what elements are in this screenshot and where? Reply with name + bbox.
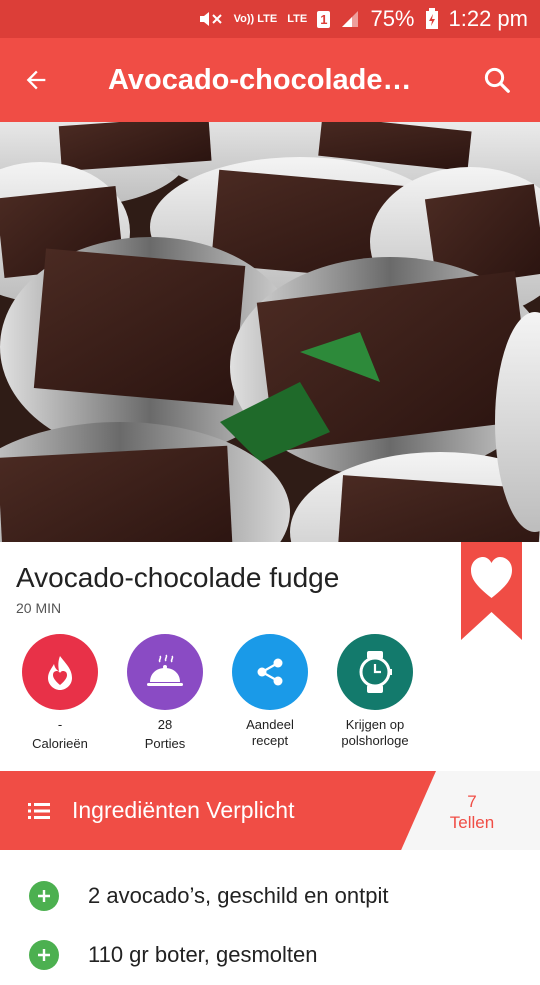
ingredients-header: Ingrediënten Verplicht 7 Tellen (0, 771, 540, 850)
calories-label: Calorieën (32, 736, 88, 751)
watch-label-line1: Krijgen op (345, 717, 405, 732)
ingredient-item: 2 avocado’s, geschild en ontpit (0, 866, 540, 926)
servings-action[interactable]: 28 Porties (110, 634, 220, 752)
ingredients-tab[interactable]: Ingrediënten Verplicht (0, 771, 436, 850)
servings-label: Porties (144, 736, 186, 751)
signal-icon (340, 9, 360, 29)
share-recipe-action[interactable]: Aandeel recept (215, 634, 325, 749)
share-label-line1: Aandeel (246, 717, 294, 732)
plus-icon (38, 890, 50, 902)
ingredients-title: Ingrediënten Verplicht (72, 797, 295, 823)
app-bar-title: Avocado-chocolade fu… (108, 63, 447, 96)
add-ingredient-button[interactable] (29, 881, 59, 911)
cloche-icon (127, 634, 203, 710)
status-bar: Vo)) LTE LTE 1 75% 1:22 pm (0, 0, 540, 38)
search-icon (484, 67, 510, 93)
volte-indicator: Vo)) LTE (233, 13, 278, 25)
watch-icon (337, 634, 413, 710)
watch-label-line2: polshorloge (341, 733, 409, 748)
app-bar: Avocado-chocolade fu… (0, 38, 540, 122)
ingredient-count-value: 7 (467, 792, 477, 811)
flame-heart-icon (22, 634, 98, 710)
recipe-time: 20 MIN (16, 600, 62, 616)
calories-action[interactable]: - Calorieën (5, 634, 115, 752)
share-label-line2: recept (251, 733, 289, 748)
favorite-button[interactable] (461, 542, 522, 640)
add-ingredient-button[interactable] (29, 940, 59, 970)
arrow-left-icon (26, 70, 46, 90)
ingredient-text: 110 gr boter, gesmolten (88, 942, 318, 967)
recipe-photo (0, 122, 540, 542)
servings-value: 28 (157, 717, 173, 732)
ingredient-item: 110 gr boter, gesmolten (0, 925, 540, 985)
ingredient-count-label: Tellen (449, 813, 495, 832)
battery-percent: 75% (370, 6, 415, 31)
clock: 1:22 pm (448, 6, 529, 31)
recipe-actions: - Calorieën 28 Porties Aandeel recept Kr… (0, 634, 440, 754)
back-button[interactable] (0, 38, 72, 122)
battery-charging-icon (425, 8, 439, 30)
send-to-watch-action[interactable]: Krijgen op polshorloge (320, 634, 430, 749)
mute-icon (198, 9, 224, 29)
share-icon (232, 634, 308, 710)
sim-indicator: 1 (317, 10, 331, 28)
search-button[interactable] (454, 38, 540, 122)
ingredient-count: 7 Tellen (430, 791, 514, 833)
lte-indicator: LTE (287, 13, 308, 25)
calories-value: - (57, 717, 63, 732)
recipe-title: Avocado-chocolade fudge (16, 562, 340, 593)
list-icon (28, 802, 52, 820)
ingredient-text: 2 avocado’s, geschild en ontpit (88, 883, 389, 908)
